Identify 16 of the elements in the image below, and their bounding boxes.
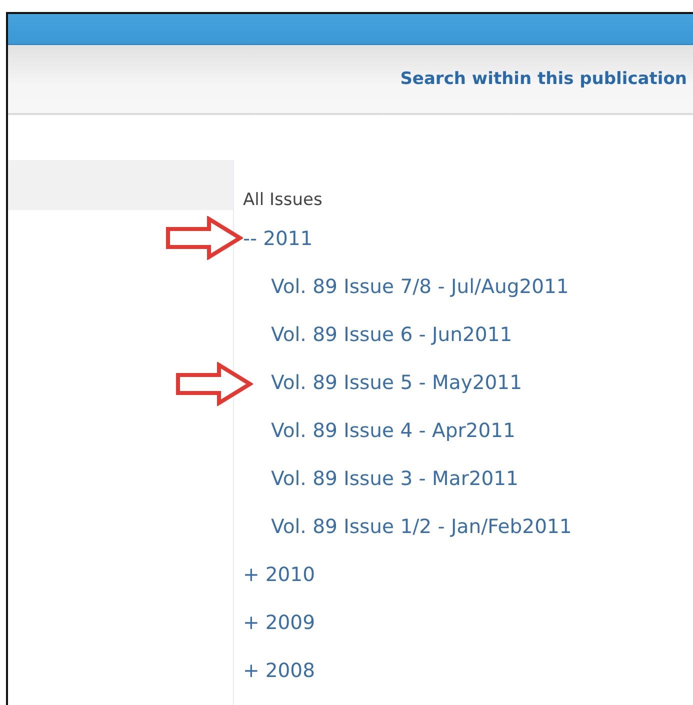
issue-link[interactable]: Vol. 89 Issue 1/2 - Jan/Feb2011	[271, 514, 572, 538]
year-link[interactable]: 2010	[265, 562, 315, 586]
tree-toggle[interactable]: +	[243, 658, 260, 682]
year-link[interactable]: 2008	[265, 658, 315, 682]
issue-link[interactable]: Vol. 89 Issue 3 - Mar2011	[271, 466, 518, 490]
year-link[interactable]: 2011	[263, 226, 313, 250]
issue-link[interactable]: Vol. 89 Issue 6 - Jun2011	[271, 322, 512, 346]
year-link[interactable]: 2009	[265, 610, 315, 634]
issue-link[interactable]: Vol. 89 Issue 4 - Apr2011	[271, 418, 516, 442]
tree-toggle[interactable]: +	[243, 610, 260, 634]
tree-toggle[interactable]: --	[243, 226, 258, 250]
issue-link[interactable]: Vol. 89 Issue 7/8 - Jul/Aug2011	[271, 274, 569, 298]
search-publication-link[interactable]: Search within this publication	[400, 69, 687, 89]
issues-heading: All Issues	[243, 190, 324, 212]
tree-toggle[interactable]: +	[243, 562, 260, 586]
issue-link[interactable]: Vol. 89 Issue 5 - May2011	[271, 370, 522, 394]
